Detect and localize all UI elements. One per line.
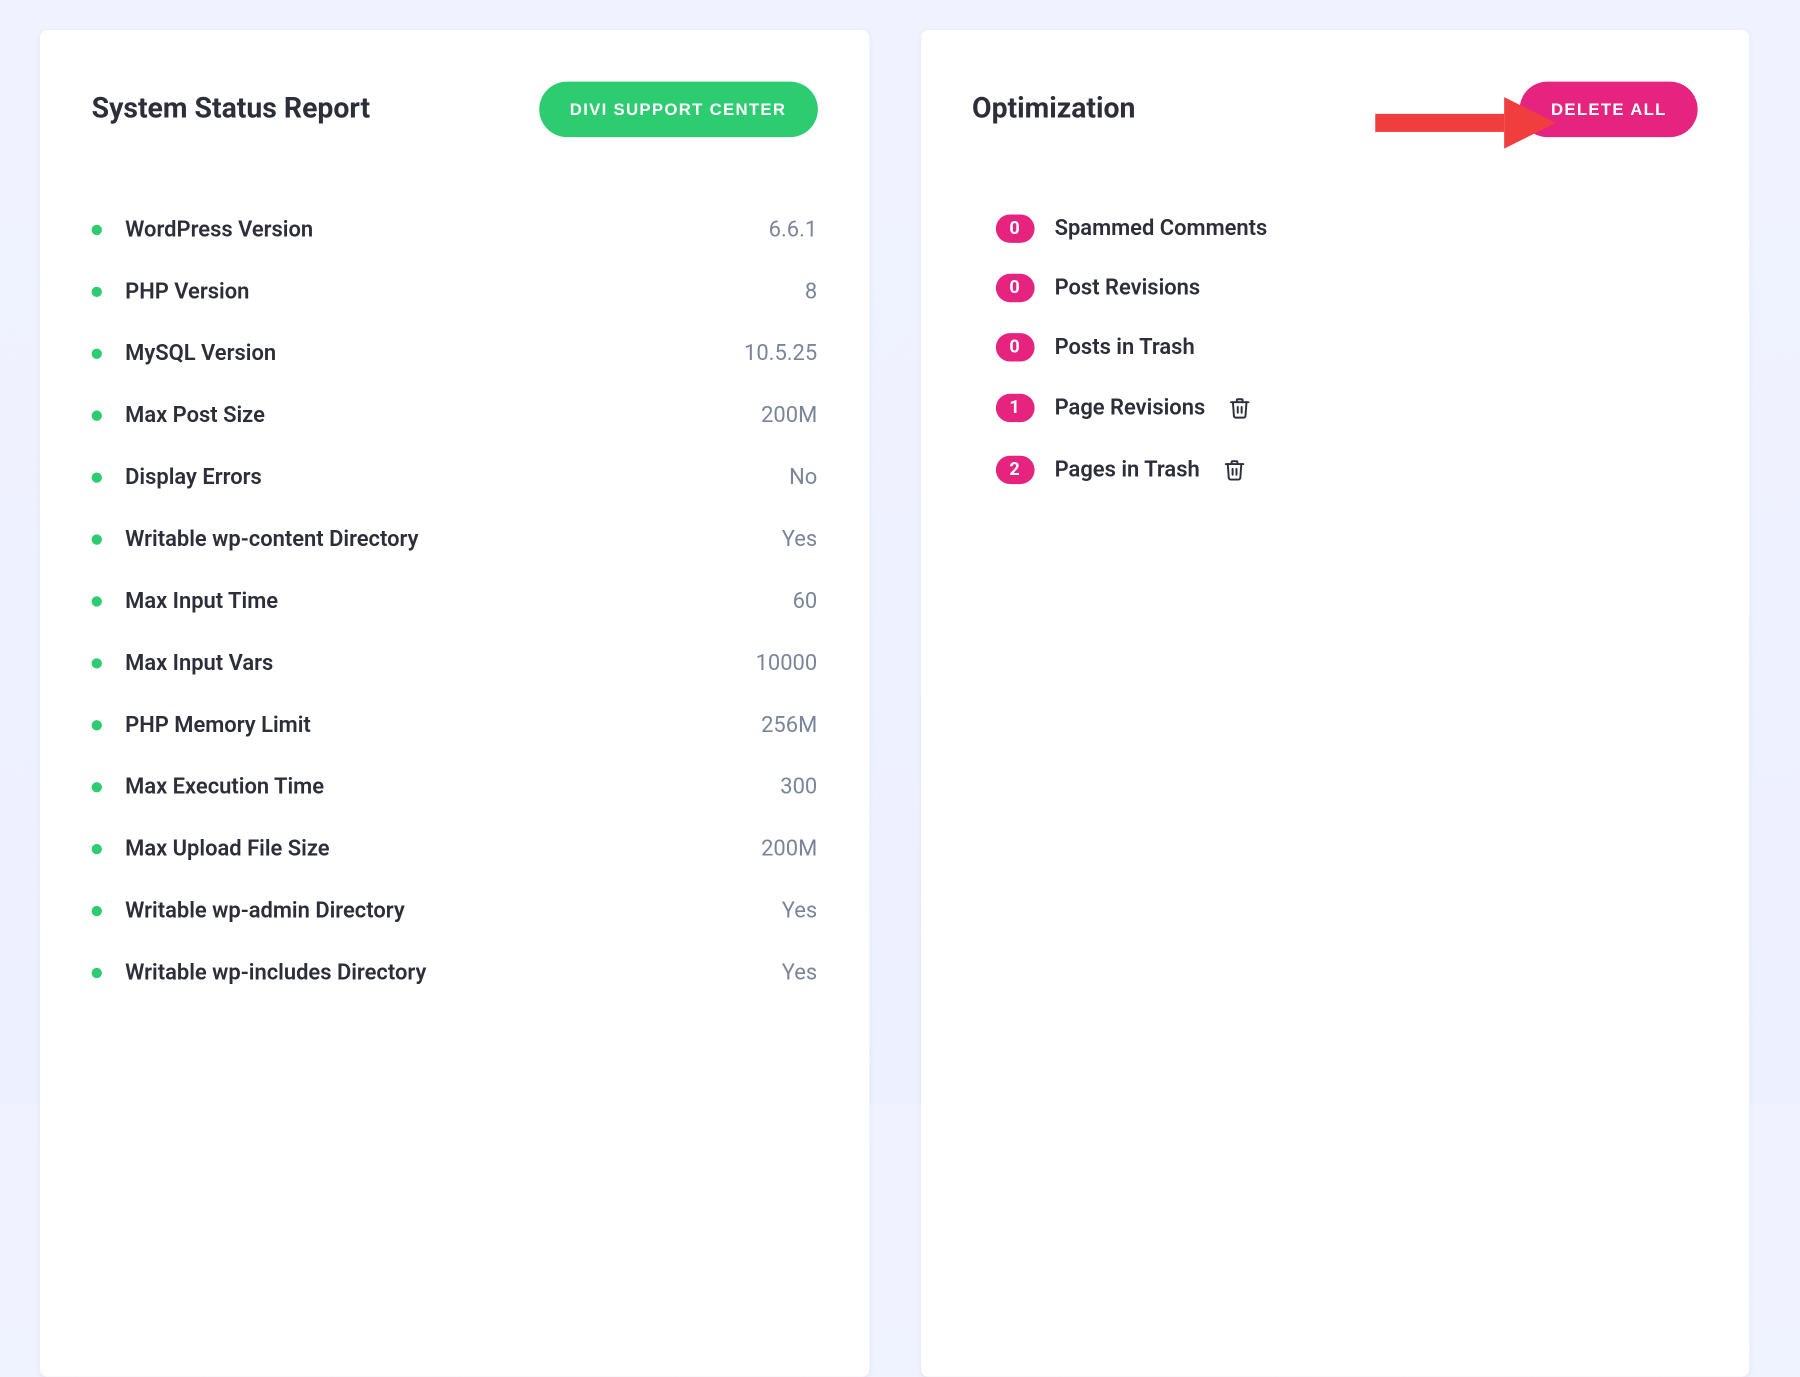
optimization-list: 0 Spammed Comments 0 Post Revisions 0 Posts i… bbox=[972, 199, 1698, 501]
status-row: Max Post Size200M bbox=[92, 385, 818, 447]
status-value: 6.6.1 bbox=[769, 217, 818, 243]
delete-all-button[interactable]: DELETE ALL bbox=[1520, 82, 1698, 137]
status-row: Writable wp-admin DirectoryYes bbox=[92, 880, 818, 942]
status-label: Max Execution Time bbox=[125, 774, 780, 800]
optimization-row: 2 Pages in Trash bbox=[995, 439, 1697, 501]
status-value: 8 bbox=[805, 279, 817, 305]
count-badge: 2 bbox=[995, 456, 1034, 484]
trash-icon[interactable] bbox=[1226, 392, 1254, 423]
status-dot-icon bbox=[92, 658, 102, 668]
status-dot-icon bbox=[92, 782, 102, 792]
optimization-label: Posts in Trash bbox=[1055, 334, 1195, 360]
status-dot-icon bbox=[92, 968, 102, 978]
count-badge: 0 bbox=[995, 274, 1034, 302]
status-label: PHP Version bbox=[125, 279, 805, 305]
status-dot-icon bbox=[92, 225, 102, 235]
status-label: Writable wp-admin Directory bbox=[125, 898, 782, 924]
status-dot-icon bbox=[92, 906, 102, 916]
status-row: PHP Memory Limit256M bbox=[92, 694, 818, 756]
divi-support-center-button[interactable]: DIVI SUPPORT CENTER bbox=[539, 82, 817, 137]
status-value: No bbox=[789, 465, 817, 491]
optimization-row: 0 Posts in Trash bbox=[995, 318, 1697, 377]
status-row: Display ErrorsNo bbox=[92, 447, 818, 509]
optimization-header: Optimization DELETE ALL bbox=[972, 82, 1698, 137]
status-dot-icon bbox=[92, 287, 102, 297]
status-row: Max Input Time60 bbox=[92, 571, 818, 633]
optimization-label: Page Revisions bbox=[1055, 395, 1206, 421]
status-value: Yes bbox=[782, 960, 817, 986]
status-value: Yes bbox=[782, 527, 817, 553]
status-row: Max Execution Time300 bbox=[92, 756, 818, 818]
status-label: WordPress Version bbox=[125, 217, 769, 243]
status-list: WordPress Version6.6.1PHP Version8MySQL … bbox=[92, 199, 818, 1004]
optimization-label: Pages in Trash bbox=[1055, 457, 1200, 483]
optimization-row: 0 Spammed Comments bbox=[995, 199, 1697, 258]
status-label: Max Upload File Size bbox=[125, 836, 761, 862]
status-dot-icon bbox=[92, 534, 102, 544]
status-value: 10000 bbox=[756, 650, 818, 676]
status-dot-icon bbox=[92, 349, 102, 359]
status-row: Max Upload File Size200M bbox=[92, 818, 818, 880]
status-value: 200M bbox=[761, 836, 817, 862]
status-dot-icon bbox=[92, 472, 102, 482]
optimization-label: Spammed Comments bbox=[1055, 216, 1268, 242]
count-badge: 1 bbox=[995, 394, 1034, 422]
status-value: 256M bbox=[761, 712, 817, 738]
status-dot-icon bbox=[92, 844, 102, 854]
status-row: Max Input Vars10000 bbox=[92, 632, 818, 694]
status-dot-icon bbox=[92, 720, 102, 730]
status-row: WordPress Version6.6.1 bbox=[92, 199, 818, 261]
optimization-row: 1 Page Revisions bbox=[995, 377, 1697, 439]
status-label: MySQL Version bbox=[125, 341, 744, 367]
status-label: Writable wp-includes Directory bbox=[125, 960, 782, 986]
status-label: Writable wp-content Directory bbox=[125, 527, 782, 553]
status-value: 60 bbox=[793, 589, 818, 615]
status-dot-icon bbox=[92, 596, 102, 606]
system-status-header: System Status Report DIVI SUPPORT CENTER bbox=[92, 82, 818, 137]
status-label: Max Input Time bbox=[125, 589, 792, 615]
status-value: 300 bbox=[780, 774, 817, 800]
system-status-title: System Status Report bbox=[92, 93, 370, 125]
status-label: Max Input Vars bbox=[125, 650, 755, 676]
optimization-row: 0 Post Revisions bbox=[995, 258, 1697, 317]
status-label: Max Post Size bbox=[125, 403, 761, 429]
status-value: 200M bbox=[761, 403, 817, 429]
status-label: Display Errors bbox=[125, 465, 789, 491]
trash-icon[interactable] bbox=[1220, 454, 1248, 485]
status-value: Yes bbox=[782, 898, 817, 924]
optimization-panel: Optimization DELETE ALL 0 Spammed Comment… bbox=[920, 30, 1749, 1377]
status-value: 10.5.25 bbox=[744, 341, 817, 367]
status-row: Writable wp-includes DirectoryYes bbox=[92, 942, 818, 1004]
system-status-panel: System Status Report DIVI SUPPORT CENTER… bbox=[40, 30, 869, 1377]
status-dot-icon bbox=[92, 411, 102, 421]
status-row: PHP Version8 bbox=[92, 261, 818, 323]
status-row: Writable wp-content DirectoryYes bbox=[92, 509, 818, 571]
count-badge: 0 bbox=[995, 333, 1034, 361]
optimization-title: Optimization bbox=[972, 93, 1135, 125]
optimization-label: Post Revisions bbox=[1055, 275, 1201, 301]
status-row: MySQL Version10.5.25 bbox=[92, 323, 818, 385]
status-label: PHP Memory Limit bbox=[125, 712, 761, 738]
count-badge: 0 bbox=[995, 214, 1034, 242]
